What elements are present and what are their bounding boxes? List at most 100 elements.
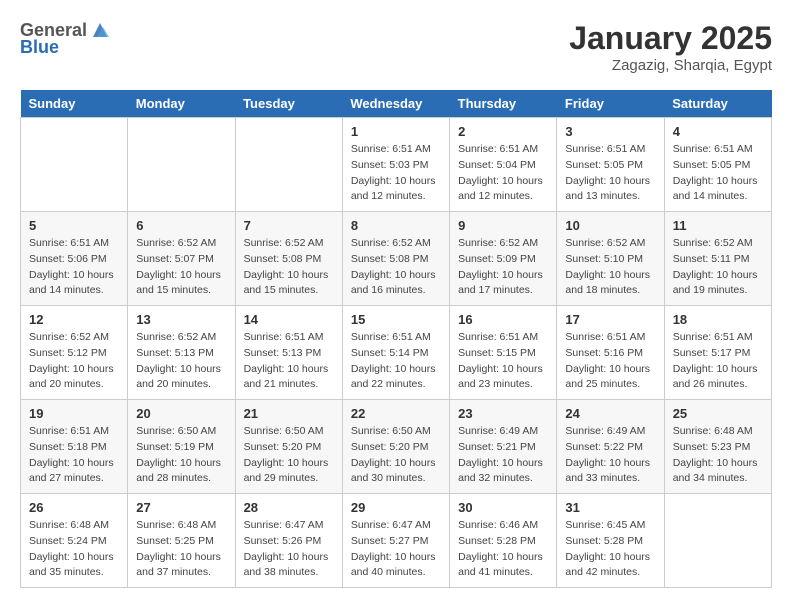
day-cell: 4 Sunrise: 6:51 AMSunset: 5:05 PMDaylight…: [664, 118, 771, 212]
day-info: Sunrise: 6:52 AMSunset: 5:09 PMDaylight:…: [458, 236, 548, 299]
day-cell: [21, 118, 128, 212]
header-cell-monday: Monday: [128, 90, 235, 118]
day-info: Sunrise: 6:51 AMSunset: 5:13 PMDaylight:…: [244, 330, 334, 393]
day-cell: 10 Sunrise: 6:52 AMSunset: 5:10 PMDayligh…: [557, 212, 664, 306]
week-row-1: 1Sunrise: 6:51 AMSunset: 5:03 PMDaylight…: [21, 118, 772, 212]
day-info: Sunrise: 6:50 AMSunset: 5:19 PMDaylight:…: [136, 424, 226, 487]
day-cell: 26 Sunrise: 6:48 AMSunset: 5:24 PMDayligh…: [21, 494, 128, 588]
day-info: Sunrise: 6:48 AMSunset: 5:24 PMDaylight:…: [29, 518, 119, 581]
title-block: January 2025 Zagazig, Sharqia, Egypt: [569, 20, 772, 74]
calendar-title: January 2025: [569, 20, 772, 57]
day-cell: 13 Sunrise: 6:52 AMSunset: 5:13 PMDayligh…: [128, 306, 235, 400]
day-cell: 15 Sunrise: 6:51 AMSunset: 5:14 PMDayligh…: [342, 306, 449, 400]
day-info: Sunrise: 6:51 AMSunset: 5:05 PMDaylight:…: [565, 142, 655, 205]
week-row-2: 5 Sunrise: 6:51 AMSunset: 5:06 PMDaylight…: [21, 212, 772, 306]
day-number: 27: [136, 500, 226, 515]
day-number: 15: [351, 312, 441, 327]
day-number: 8: [351, 218, 441, 233]
calendar-subtitle: Zagazig, Sharqia, Egypt: [569, 57, 772, 74]
header-cell-sunday: Sunday: [21, 90, 128, 118]
day-info: Sunrise: 6:47 AMSunset: 5:26 PMDaylight:…: [244, 518, 334, 581]
day-number: 13: [136, 312, 226, 327]
week-row-3: 12 Sunrise: 6:52 AMSunset: 5:12 PMDayligh…: [21, 306, 772, 400]
day-number: 30: [458, 500, 548, 515]
header-cell-wednesday: Wednesday: [342, 90, 449, 118]
day-number: 20: [136, 406, 226, 421]
day-info: Sunrise: 6:51 AMSunset: 5:16 PMDaylight:…: [565, 330, 655, 393]
day-cell: 17Sunrise: 6:51 AMSunset: 5:16 PMDayligh…: [557, 306, 664, 400]
day-info: Sunrise: 6:49 AMSunset: 5:21 PMDaylight:…: [458, 424, 548, 487]
day-info: Sunrise: 6:51 AMSunset: 5:06 PMDaylight:…: [29, 236, 119, 299]
day-cell: 20 Sunrise: 6:50 AMSunset: 5:19 PMDayligh…: [128, 400, 235, 494]
day-cell: 9 Sunrise: 6:52 AMSunset: 5:09 PMDaylight…: [450, 212, 557, 306]
day-info: Sunrise: 6:52 AMSunset: 5:12 PMDaylight:…: [29, 330, 119, 393]
day-info: Sunrise: 6:51 AMSunset: 5:14 PMDaylight:…: [351, 330, 441, 393]
day-cell: 2 Sunrise: 6:51 AMSunset: 5:04 PMDaylight…: [450, 118, 557, 212]
day-number: 7: [244, 218, 334, 233]
day-cell: 21Sunrise: 6:50 AMSunset: 5:20 PMDayligh…: [235, 400, 342, 494]
day-cell: 22 Sunrise: 6:50 AMSunset: 5:20 PMDayligh…: [342, 400, 449, 494]
day-number: 18: [673, 312, 763, 327]
day-number: 28: [244, 500, 334, 515]
header-cell-thursday: Thursday: [450, 90, 557, 118]
day-info: Sunrise: 6:51 AMSunset: 5:05 PMDaylight:…: [673, 142, 763, 205]
day-cell: 23 Sunrise: 6:49 AMSunset: 5:21 PMDayligh…: [450, 400, 557, 494]
day-cell: 11 Sunrise: 6:52 AMSunset: 5:11 PMDayligh…: [664, 212, 771, 306]
day-info: Sunrise: 6:52 AMSunset: 5:11 PMDaylight:…: [673, 236, 763, 299]
day-info: Sunrise: 6:52 AMSunset: 5:13 PMDaylight:…: [136, 330, 226, 393]
day-info: Sunrise: 6:51 AMSunset: 5:18 PMDaylight:…: [29, 424, 119, 487]
day-info: Sunrise: 6:51 AMSunset: 5:04 PMDaylight:…: [458, 142, 548, 205]
header-cell-tuesday: Tuesday: [235, 90, 342, 118]
day-number: 11: [673, 218, 763, 233]
day-info: Sunrise: 6:46 AMSunset: 5:28 PMDaylight:…: [458, 518, 548, 581]
day-number: 3: [565, 124, 655, 139]
day-cell: 27 Sunrise: 6:48 AMSunset: 5:25 PMDayligh…: [128, 494, 235, 588]
day-info: Sunrise: 6:48 AMSunset: 5:23 PMDaylight:…: [673, 424, 763, 487]
week-row-4: 19Sunrise: 6:51 AMSunset: 5:18 PMDayligh…: [21, 400, 772, 494]
day-number: 23: [458, 406, 548, 421]
day-cell: 14Sunrise: 6:51 AMSunset: 5:13 PMDayligh…: [235, 306, 342, 400]
day-cell: 7Sunrise: 6:52 AMSunset: 5:08 PMDaylight…: [235, 212, 342, 306]
day-info: Sunrise: 6:52 AMSunset: 5:08 PMDaylight:…: [351, 236, 441, 299]
day-number: 16: [458, 312, 548, 327]
day-cell: 5 Sunrise: 6:51 AMSunset: 5:06 PMDaylight…: [21, 212, 128, 306]
day-cell: 29 Sunrise: 6:47 AMSunset: 5:27 PMDayligh…: [342, 494, 449, 588]
day-info: Sunrise: 6:50 AMSunset: 5:20 PMDaylight:…: [351, 424, 441, 487]
day-info: Sunrise: 6:45 AMSunset: 5:28 PMDaylight:…: [565, 518, 655, 581]
day-cell: 24 Sunrise: 6:49 AMSunset: 5:22 PMDayligh…: [557, 400, 664, 494]
day-number: 5: [29, 218, 119, 233]
day-number: 22: [351, 406, 441, 421]
day-info: Sunrise: 6:50 AMSunset: 5:20 PMDaylight:…: [244, 424, 334, 487]
day-info: Sunrise: 6:51 AMSunset: 5:15 PMDaylight:…: [458, 330, 548, 393]
header-cell-friday: Friday: [557, 90, 664, 118]
week-row-5: 26 Sunrise: 6:48 AMSunset: 5:24 PMDayligh…: [21, 494, 772, 588]
day-cell: 3 Sunrise: 6:51 AMSunset: 5:05 PMDaylight…: [557, 118, 664, 212]
day-cell: 6Sunrise: 6:52 AMSunset: 5:07 PMDaylight…: [128, 212, 235, 306]
day-info: Sunrise: 6:51 AMSunset: 5:17 PMDaylight:…: [673, 330, 763, 393]
day-cell: 19Sunrise: 6:51 AMSunset: 5:18 PMDayligh…: [21, 400, 128, 494]
day-number: 9: [458, 218, 548, 233]
day-info: Sunrise: 6:48 AMSunset: 5:25 PMDaylight:…: [136, 518, 226, 581]
day-info: Sunrise: 6:49 AMSunset: 5:22 PMDaylight:…: [565, 424, 655, 487]
day-number: 12: [29, 312, 119, 327]
day-number: 1: [351, 124, 441, 139]
day-cell: 16 Sunrise: 6:51 AMSunset: 5:15 PMDayligh…: [450, 306, 557, 400]
day-number: 25: [673, 406, 763, 421]
day-cell: [664, 494, 771, 588]
day-cell: 12 Sunrise: 6:52 AMSunset: 5:12 PMDayligh…: [21, 306, 128, 400]
day-cell: 8 Sunrise: 6:52 AMSunset: 5:08 PMDaylight…: [342, 212, 449, 306]
day-number: 24: [565, 406, 655, 421]
day-cell: 25 Sunrise: 6:48 AMSunset: 5:23 PMDayligh…: [664, 400, 771, 494]
day-number: 4: [673, 124, 763, 139]
logo: General Blue: [20, 20, 111, 58]
day-info: Sunrise: 6:52 AMSunset: 5:10 PMDaylight:…: [565, 236, 655, 299]
day-number: 2: [458, 124, 548, 139]
day-info: Sunrise: 6:52 AMSunset: 5:07 PMDaylight:…: [136, 236, 226, 299]
day-number: 10: [565, 218, 655, 233]
day-cell: 1Sunrise: 6:51 AMSunset: 5:03 PMDaylight…: [342, 118, 449, 212]
day-number: 26: [29, 500, 119, 515]
day-info: Sunrise: 6:47 AMSunset: 5:27 PMDaylight:…: [351, 518, 441, 581]
calendar-body: 1Sunrise: 6:51 AMSunset: 5:03 PMDaylight…: [21, 118, 772, 588]
day-number: 29: [351, 500, 441, 515]
header-cell-saturday: Saturday: [664, 90, 771, 118]
